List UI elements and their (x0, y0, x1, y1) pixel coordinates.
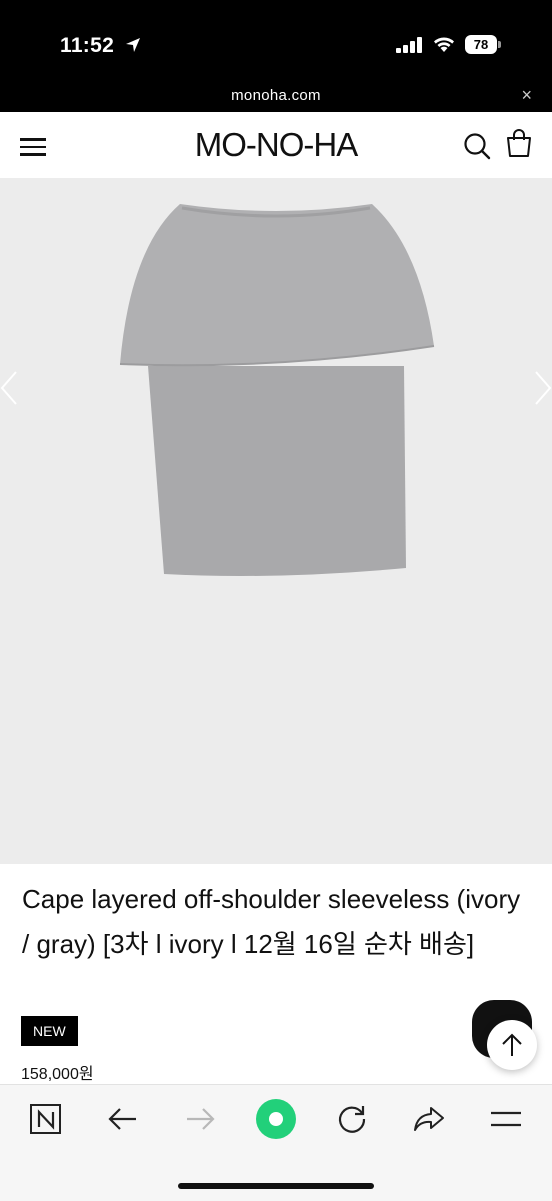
chevron-right-icon[interactable] (534, 370, 552, 406)
product-info: Cape layered off-shoulder sleeveless (iv… (0, 864, 552, 1084)
battery-level: 78 (465, 35, 497, 54)
forward-arrow-icon[interactable] (182, 1101, 218, 1137)
close-icon[interactable]: × (521, 85, 532, 106)
new-badge: NEW (21, 1016, 78, 1046)
cellular-signal-icon (396, 37, 422, 53)
product-image-gallery[interactable] (0, 178, 552, 864)
share-icon[interactable] (411, 1101, 447, 1137)
status-bar: 11:52 78 (0, 0, 552, 84)
wifi-icon (434, 37, 454, 52)
back-arrow-icon[interactable] (105, 1101, 141, 1137)
home-indicator (178, 1183, 374, 1189)
refresh-icon[interactable] (334, 1101, 370, 1137)
status-time: 11:52 (60, 34, 115, 57)
search-icon[interactable] (463, 132, 491, 160)
location-arrow-icon (126, 38, 140, 52)
shopping-bag-icon[interactable] (505, 128, 533, 158)
product-price: 158,000원 (21, 1066, 94, 1083)
url-bar[interactable]: monoha.com × (0, 84, 552, 112)
naver-n-icon[interactable] (28, 1101, 64, 1137)
scroll-to-top-button[interactable] (487, 1020, 537, 1070)
menu-icon[interactable] (488, 1101, 524, 1137)
battery-tip (498, 41, 501, 48)
arrow-up-icon (502, 1033, 522, 1056)
home-circle-icon[interactable] (254, 1097, 298, 1141)
product-title: Cape layered off-shoulder sleeveless (iv… (22, 884, 521, 959)
site-header: MO-NO-HA (0, 112, 552, 178)
url-text[interactable]: monoha.com (0, 87, 552, 104)
chevron-left-icon[interactable] (0, 370, 18, 406)
product-photo (119, 204, 435, 576)
browser-toolbar (0, 1084, 552, 1201)
battery-indicator: 78 (465, 35, 501, 54)
